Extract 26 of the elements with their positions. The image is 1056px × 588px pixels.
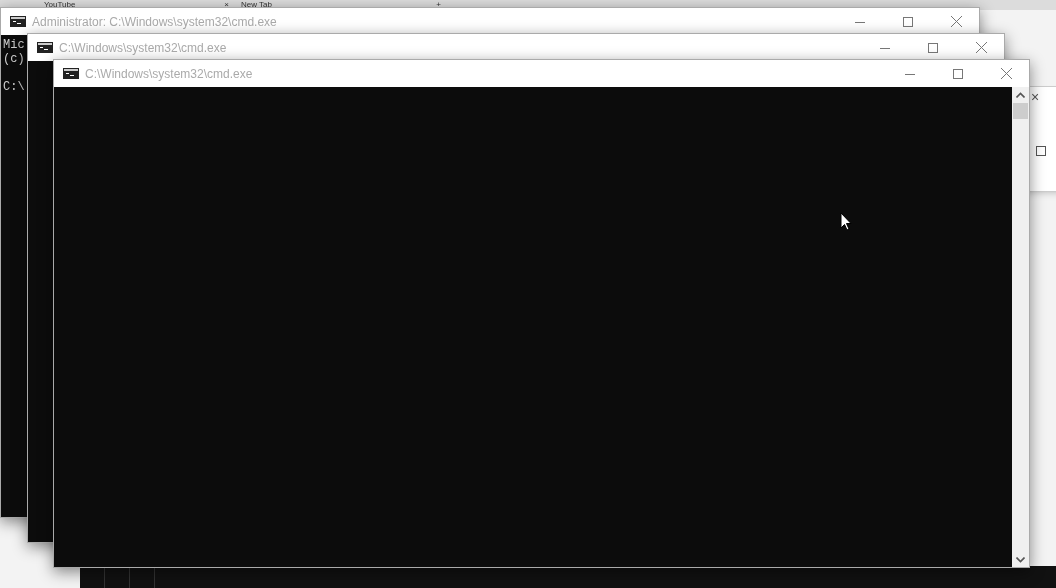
window-title: Administrator: C:\Windows\system32\cmd.exe xyxy=(32,13,277,31)
console-line: Mic xyxy=(3,38,25,52)
scroll-up-icon[interactable] xyxy=(1016,92,1025,98)
console-line: (c) xyxy=(3,52,25,66)
console-icon xyxy=(37,42,53,53)
window-title: C:\Windows\system32\cmd.exe xyxy=(85,65,253,83)
tab-button[interactable]: × xyxy=(224,1,229,9)
browser-tab[interactable]: YouTube × xyxy=(44,1,229,9)
maximize-button[interactable] xyxy=(903,16,913,27)
console-icon xyxy=(10,16,26,27)
close-button[interactable] xyxy=(976,42,987,53)
scrollbar[interactable] xyxy=(1012,87,1029,567)
window-title: C:\Windows\system32\cmd.exe xyxy=(59,39,227,57)
close-button[interactable]: × xyxy=(1031,89,1040,105)
console-line: C:\ xyxy=(3,80,25,94)
browser-tab[interactable]: New Tab + xyxy=(241,1,441,9)
scrollbar-thumb[interactable] xyxy=(1013,103,1028,119)
close-button[interactable] xyxy=(951,16,962,27)
mouse-cursor-icon xyxy=(840,212,852,231)
scroll-down-icon[interactable] xyxy=(1016,557,1025,563)
maximize-button[interactable] xyxy=(953,68,963,79)
checkbox-icon xyxy=(1036,146,1046,156)
close-button[interactable] xyxy=(1001,68,1012,79)
console-icon xyxy=(63,68,79,79)
maximize-button[interactable] xyxy=(928,42,938,53)
tab-button[interactable]: + xyxy=(436,1,441,9)
